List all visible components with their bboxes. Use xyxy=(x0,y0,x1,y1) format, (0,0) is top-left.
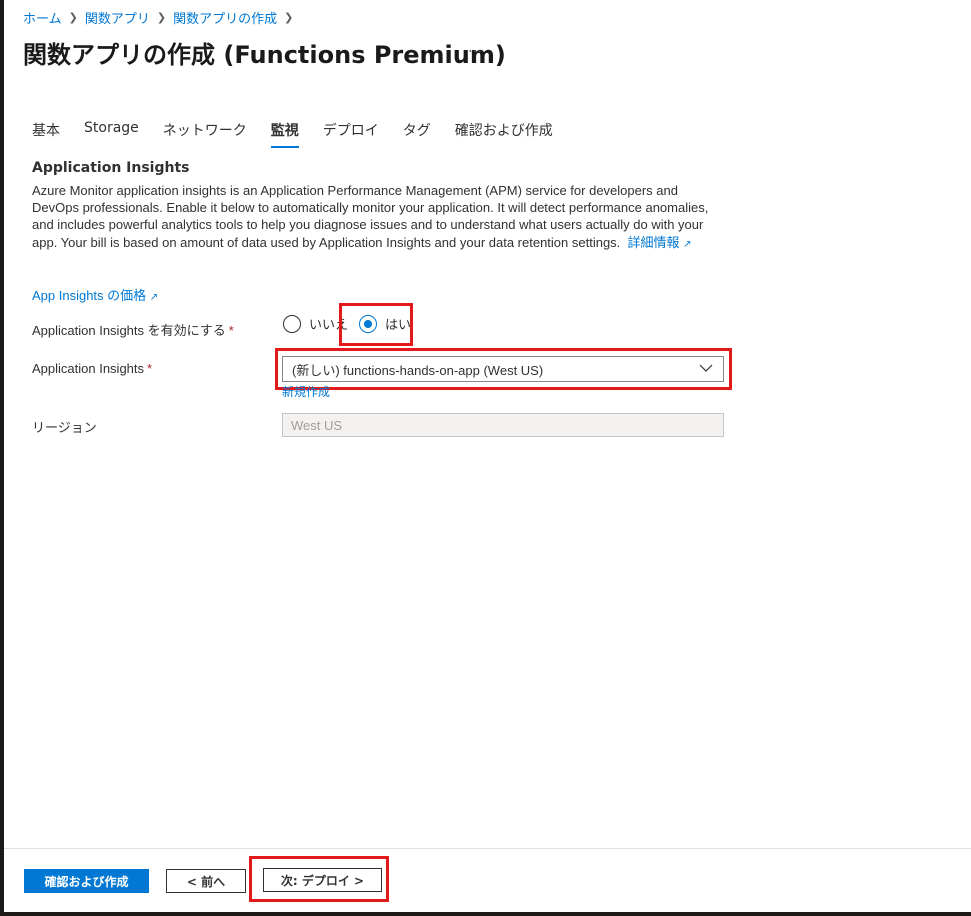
tab-monitoring[interactable]: 監視 xyxy=(270,120,299,148)
highlight-box-next xyxy=(249,856,389,902)
pricing-link-label: App Insights の価格 xyxy=(32,288,147,303)
highlight-box-yes xyxy=(339,303,413,346)
description-text: Azure Monitor application insights is an… xyxy=(32,183,709,250)
tab-network[interactable]: ネットワーク xyxy=(163,120,247,148)
insights-label: Application Insights * xyxy=(32,361,152,376)
learn-more-label: 詳細情報 xyxy=(627,234,680,250)
section-description: Azure Monitor application insights is an… xyxy=(32,182,727,253)
pricing-link[interactable]: App Insights の価格 ↗ xyxy=(32,285,158,304)
page-title: 関数アプリの作成 (Functions Premium) xyxy=(23,41,506,69)
tab-deployment[interactable]: デプロイ xyxy=(323,120,379,148)
section-title: Application Insights xyxy=(32,160,190,176)
tab-tags[interactable]: タグ xyxy=(403,120,431,148)
chevron-right-icon: ❯ xyxy=(156,11,167,24)
breadcrumb-create-function-app[interactable]: 関数アプリの作成 xyxy=(173,8,277,27)
create-new-link[interactable]: 新規作成 xyxy=(282,383,330,400)
chevron-right-icon: ❯ xyxy=(284,11,294,24)
learn-more-link[interactable]: 詳細情報 ↗ xyxy=(628,235,692,250)
chevron-right-icon: ❯ xyxy=(68,11,78,24)
footer-divider xyxy=(4,848,971,849)
review-create-button[interactable]: 確認および作成 xyxy=(24,869,149,893)
enable-insights-label: Application Insights を有効にする * xyxy=(32,320,234,339)
region-label: リージョン xyxy=(32,420,97,435)
tab-basics[interactable]: 基本 xyxy=(32,120,60,148)
region-field: West US xyxy=(282,413,724,437)
external-link-icon: ↗ xyxy=(683,238,692,250)
required-asterisk: * xyxy=(147,361,153,376)
highlight-box-dropdown xyxy=(275,348,732,390)
breadcrumb-function-apps[interactable]: 関数アプリ xyxy=(85,8,150,27)
enable-insights-label-text: Application Insights を有効にする xyxy=(32,323,226,338)
window-left-border xyxy=(0,0,4,916)
insights-label-text: Application Insights xyxy=(32,361,145,376)
tab-bar: 基本 Storage ネットワーク 監視 デプロイ タグ 確認および作成 xyxy=(32,120,577,148)
radio-no-circle[interactable] xyxy=(283,314,301,333)
tab-storage[interactable]: Storage xyxy=(84,120,139,148)
window-bottom-border xyxy=(0,912,971,916)
breadcrumb-home[interactable]: ホーム xyxy=(23,8,62,27)
previous-button[interactable]: < 前へ xyxy=(166,869,246,893)
breadcrumb: ホーム ❯ 関数アプリ ❯ 関数アプリの作成 ❯ xyxy=(23,8,300,27)
tab-review-create[interactable]: 確認および作成 xyxy=(455,120,553,148)
required-asterisk: * xyxy=(228,323,234,338)
more-options-icon[interactable]: … xyxy=(468,40,483,56)
external-link-icon: ↗ xyxy=(149,292,159,303)
